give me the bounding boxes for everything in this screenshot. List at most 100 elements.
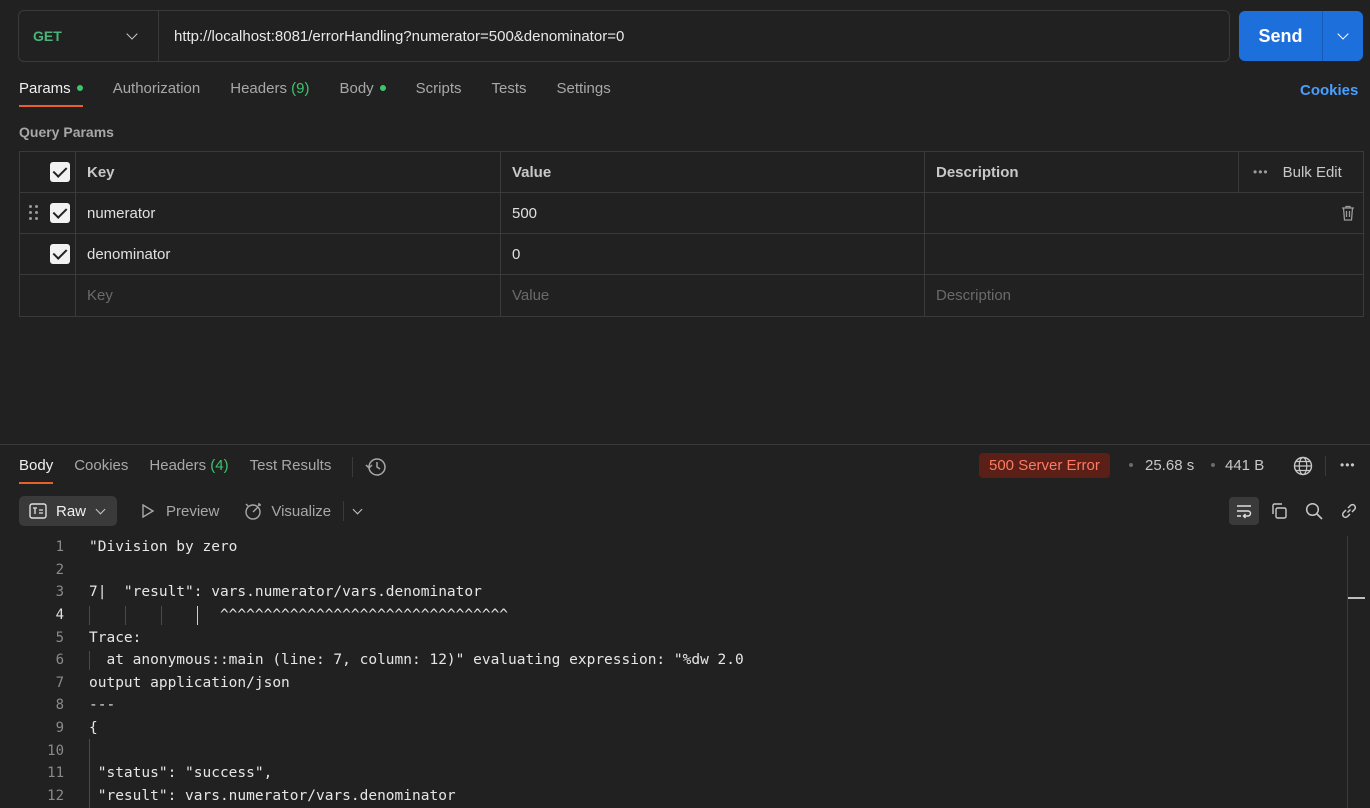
indent-guide [89,761,90,785]
more-icon[interactable]: ••• [1340,458,1356,472]
select-all-cell [20,152,76,192]
row-checkbox[interactable] [50,203,70,223]
key-header: Key [76,152,501,192]
tab-label: Authorization [112,80,201,97]
param-key[interactable]: numerator [76,193,501,233]
row-checkbox[interactable] [50,244,70,264]
response-time[interactable]: 25.68 s [1145,457,1194,474]
tab-settings[interactable]: Settings [557,80,611,107]
param-description[interactable] [925,193,1363,233]
response-toolbar: Raw Preview Visualize [19,496,363,526]
link-icon [1341,503,1357,519]
tab-params[interactable]: Params [19,80,83,107]
drag-handle-icon[interactable] [29,205,39,221]
bulk-edit-button[interactable]: ••• Bulk Edit [1238,152,1363,192]
url-input[interactable] [159,27,1229,45]
url-bar: GET [18,10,1230,62]
active-dot-icon [379,85,386,92]
tab-count: (9) [291,80,310,97]
chevron-down-icon [1337,28,1349,40]
row-select-cell [20,275,76,316]
line-text: Trace: [89,629,142,646]
bulk-edit-label: Bulk Edit [1282,163,1342,181]
chevron-down-icon [352,504,363,514]
status-badge[interactable]: 500 Server Error [979,453,1110,478]
param-description[interactable] [925,234,1363,274]
globe-icon[interactable] [1293,456,1313,476]
line-number: 8 [55,697,64,714]
line-text: at anonymous::main (line: 7, column: 12)… [89,652,744,669]
history-icon[interactable] [365,457,387,477]
table-row-new: Key Value Description [20,275,1363,316]
copy-button[interactable] [1264,497,1294,525]
link-button[interactable] [1334,497,1364,525]
trash-icon[interactable] [1341,205,1355,221]
tab-test-results[interactable]: Test Results [250,457,332,484]
tab-label: Headers [230,80,287,97]
editor-scrollbar[interactable] [1347,536,1365,808]
cookies-link[interactable]: Cookies [1300,82,1358,99]
copy-icon [1272,503,1287,519]
row-select-cell [20,193,76,233]
line-number: 6 [55,652,64,669]
visualize-icon [245,503,262,520]
response-tabs: Body Cookies Headers (4) Test Results [19,457,387,484]
preview-button[interactable]: Preview [141,503,219,520]
value-placeholder[interactable]: Value [501,275,925,316]
param-value[interactable]: 0 [501,234,925,274]
wrap-lines-icon [1237,505,1252,519]
tab-body[interactable]: Body [339,80,386,107]
tab-label: Body [339,80,374,97]
request-tabs: Params Authorization Headers (9) Body Sc… [19,80,641,112]
active-dot-icon [76,85,83,92]
search-button[interactable] [1299,497,1329,525]
tab-scripts[interactable]: Scripts [416,80,462,107]
more-icon: ••• [1253,165,1269,179]
separator-dot [1129,463,1133,467]
indent-guide [125,605,126,625]
method-select[interactable]: GET [19,11,159,61]
visualize-options-button[interactable] [352,504,363,514]
param-value[interactable]: 500 [501,193,925,233]
line-number: 7 [55,674,64,691]
line-number: 1 [55,539,64,556]
line-number: 11 [47,765,64,782]
tab-response-body[interactable]: Body [19,457,54,484]
raw-format-select[interactable]: Raw [19,496,117,526]
send-options-button[interactable] [1323,11,1363,61]
tab-response-headers[interactable]: Headers (4) [149,457,228,484]
line-number: 3 [55,584,64,601]
tab-label: Settings [556,80,611,97]
description-placeholder[interactable]: Description [925,275,1363,316]
query-params-title: Query Params [19,124,114,140]
param-key[interactable]: denominator [76,234,501,274]
send-button[interactable]: Send [1239,11,1323,61]
pane-divider[interactable] [0,444,1370,445]
line-number: 2 [55,561,64,578]
tab-label: Headers [149,457,207,474]
select-all-checkbox[interactable] [50,162,70,182]
tab-tests[interactable]: Tests [492,80,527,107]
query-params-table: Key Value Description ••• Bulk Edit nume… [19,151,1364,317]
table-row: denominator 0 [20,234,1363,275]
tab-label: Tests [491,80,527,97]
tab-label: Scripts [415,80,462,97]
visualize-label: Visualize [271,502,332,520]
response-size[interactable]: 441 B [1225,457,1264,474]
key-placeholder[interactable]: Key [76,275,501,316]
tab-response-cookies[interactable]: Cookies [74,457,128,484]
response-body-editor[interactable]: 1 "Division by zero 2 3 7| "result": vars.… [0,536,1345,808]
tab-headers[interactable]: Headers (9) [230,80,309,107]
visualize-button[interactable]: Visualize [243,501,331,521]
line-text: --- [89,697,116,714]
search-icon [1305,502,1323,520]
table-row: numerator 500 [20,193,1363,234]
line-text: "status": "success", [89,765,273,782]
description-header: Description ••• Bulk Edit [925,152,1363,192]
line-text: output application/json [89,674,290,691]
send-button-group: Send [1239,11,1363,61]
wrap-lines-button[interactable] [1229,497,1259,525]
indent-guide [161,605,162,625]
tab-authorization[interactable]: Authorization [113,80,201,107]
table-header-row: Key Value Description ••• Bulk Edit [20,152,1363,193]
